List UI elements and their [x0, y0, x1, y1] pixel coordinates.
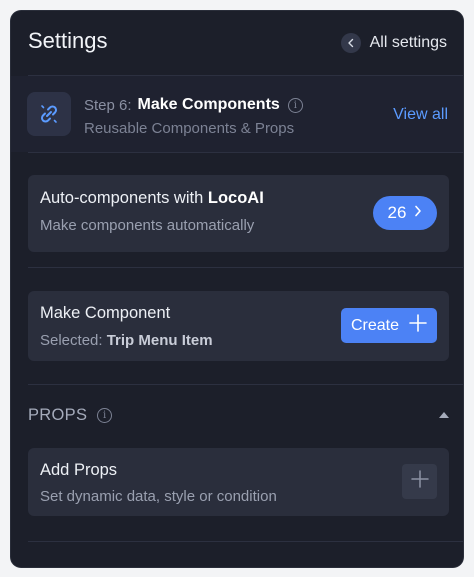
plus-icon [409, 314, 427, 337]
make-component-title: Make Component [40, 304, 171, 322]
add-props-title: Add Props [40, 461, 118, 479]
step-name: Make Components [137, 96, 280, 113]
info-icon[interactable]: i [97, 408, 113, 423]
divider [28, 152, 463, 153]
collapse-caret-icon[interactable] [439, 412, 449, 418]
make-component-card: Make Component Selected: Trip Menu Item … [28, 291, 449, 361]
page-title: Settings [28, 28, 108, 53]
divider [28, 384, 463, 385]
chevron-right-icon [414, 204, 422, 222]
info-icon[interactable]: i [287, 97, 303, 113]
step-subtitle: Reusable Components & Props [84, 120, 295, 137]
settings-header: Settings All settings [11, 11, 463, 75]
add-props-card: Add Props Set dynamic data, style or con… [28, 448, 449, 516]
view-all-link[interactable]: View all [393, 106, 448, 124]
auto-components-subtitle: Make components automatically [40, 217, 255, 234]
settings-panel: Settings All settings Step 6: Make Compo… [11, 11, 463, 567]
auto-components-card[interactable]: Auto-components with LocoAI Make compone… [28, 175, 449, 252]
create-label: Create [350, 316, 400, 334]
add-props-subtitle: Set dynamic data, style or condition [40, 488, 277, 505]
auto-components-count: 26 [387, 203, 407, 222]
link-icon [27, 92, 71, 136]
chevron-left-icon [340, 33, 361, 53]
all-settings-button[interactable]: All settings [340, 31, 447, 55]
step-number: Step 6: [84, 96, 132, 114]
auto-components-count-button[interactable]: 26 [373, 196, 437, 230]
plus-icon [410, 470, 429, 493]
locoai-brand: LocoAI [207, 189, 264, 207]
auto-components-title: Auto-components with LocoAI [40, 189, 264, 207]
selected-component-name: Trip Menu Item [106, 332, 213, 349]
props-title: PROPS i [28, 406, 113, 425]
divider [28, 541, 463, 542]
selected-component: Selected: Trip Menu Item [40, 332, 213, 349]
props-section-header[interactable]: PROPS i [28, 406, 449, 430]
divider [28, 267, 463, 268]
create-button[interactable]: Create [341, 308, 437, 343]
add-props-button[interactable] [402, 464, 437, 499]
all-settings-label: All settings [369, 34, 447, 51]
step-heading: Step 6: Make Components i [84, 96, 303, 114]
step-banner: Step 6: Make Components i Reusable Compo… [11, 76, 463, 152]
